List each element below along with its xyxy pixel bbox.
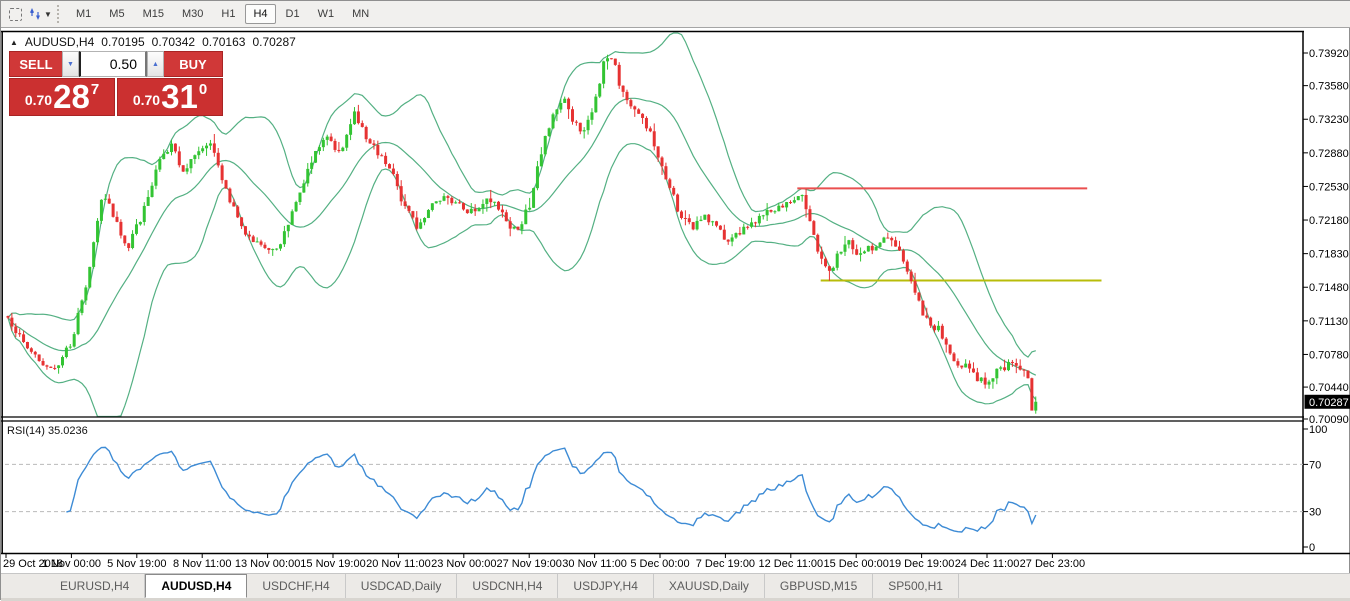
svg-text:20 Nov 11:00: 20 Nov 11:00 xyxy=(366,558,431,570)
svg-text:5 Nov 19:00: 5 Nov 19:00 xyxy=(107,558,166,570)
svg-text:0.73580: 0.73580 xyxy=(1309,81,1349,93)
dropdown-caret-icon: ▼ xyxy=(44,10,52,19)
svg-text:30 Nov 11:00: 30 Nov 11:00 xyxy=(562,558,627,570)
tab-usdcad-daily[interactable]: USDCAD,Daily xyxy=(346,574,458,598)
svg-text:5 Dec 00:00: 5 Dec 00:00 xyxy=(630,558,689,570)
volume-up-button[interactable]: ▲ xyxy=(147,51,164,77)
rsi-indicator-label: RSI(14) 35.0236 xyxy=(7,425,88,437)
tab-usdcnh-h4[interactable]: USDCNH,H4 xyxy=(457,574,558,598)
svg-text:1 Nov 00:00: 1 Nov 00:00 xyxy=(42,558,101,570)
mt4-chart-window: { "toolbar": { "timeframes": ["M1","M5",… xyxy=(0,0,1350,600)
horizontal-lines[interactable] xyxy=(797,188,1101,280)
toolbar: ▼ M1M5M15M30H1H4D1W1MN xyxy=(1,1,1350,28)
rsi-scale[interactable]: 100 70 30 0 xyxy=(1303,424,1327,554)
chart-header: ▲ AUDUSD,H4 0.70195 0.70342 0.70163 0.70… xyxy=(10,35,296,49)
svg-text:0.73230: 0.73230 xyxy=(1309,114,1349,126)
ohlc-open: 0.70195 xyxy=(101,35,144,49)
rsi-name: RSI(14) xyxy=(7,425,45,437)
svg-text:0.70780: 0.70780 xyxy=(1309,349,1349,361)
svg-text:0.71830: 0.71830 xyxy=(1309,249,1349,261)
svg-text:0.73920: 0.73920 xyxy=(1309,48,1349,60)
svg-text:0.70440: 0.70440 xyxy=(1309,382,1349,394)
tab-audusd-h4[interactable]: AUDUSD,H4 xyxy=(145,574,247,598)
buy-price-prefix: 0.70 xyxy=(133,92,160,108)
tf-button-M1[interactable]: M1 xyxy=(68,4,99,24)
sell-price-display[interactable]: 0.70 28 7 xyxy=(9,78,115,116)
tab-gbpusd-m15[interactable]: GBPUSD,M15 xyxy=(765,574,873,598)
buy-button[interactable]: BUY xyxy=(164,51,223,77)
tf-button-M15[interactable]: M15 xyxy=(135,4,172,24)
svg-text:15 Nov 19:00: 15 Nov 19:00 xyxy=(300,558,365,570)
sell-button[interactable]: SELL xyxy=(9,51,62,77)
buy-price-display[interactable]: 0.70 31 0 xyxy=(117,78,223,116)
tab-usdjpy-h4[interactable]: USDJPY,H4 xyxy=(558,574,653,598)
svg-text:24 Dec 11:00: 24 Dec 11:00 xyxy=(955,558,1020,570)
arrange-arrows-icon[interactable]: ▼ xyxy=(29,3,53,25)
svg-text:0.72180: 0.72180 xyxy=(1309,215,1349,227)
sell-price-prefix: 0.70 xyxy=(25,92,52,108)
rsi-pane[interactable] xyxy=(5,447,1303,532)
tab-xauusd-daily[interactable]: XAUUSD,Daily xyxy=(654,574,765,598)
tab-sp500-h1[interactable]: SP500,H1 xyxy=(873,574,959,598)
buy-price-pips: 31 xyxy=(161,81,198,112)
svg-text:0.70287: 0.70287 xyxy=(1309,397,1349,409)
tf-button-D1[interactable]: D1 xyxy=(278,4,308,24)
tf-button-MN[interactable]: MN xyxy=(344,4,377,24)
tf-button-W1[interactable]: W1 xyxy=(310,4,343,24)
up-down-arrows-glyph xyxy=(30,7,42,21)
svg-text:13 Nov 00:00: 13 Nov 00:00 xyxy=(235,558,300,570)
svg-text:0: 0 xyxy=(1309,542,1315,554)
dashed-box-glyph xyxy=(9,8,22,21)
symbol-label: AUDUSD,H4 xyxy=(25,35,94,49)
collapse-triangle-icon[interactable]: ▲ xyxy=(10,38,18,47)
rsi-value: 35.0236 xyxy=(48,425,88,437)
svg-text:23 Nov 00:00: 23 Nov 00:00 xyxy=(431,558,496,570)
svg-text:0.71130: 0.71130 xyxy=(1309,316,1348,328)
ohlc-low: 0.70163 xyxy=(202,35,245,49)
svg-text:0.72530: 0.72530 xyxy=(1309,181,1349,193)
toolbar-grip xyxy=(57,5,61,23)
tf-button-M30[interactable]: M30 xyxy=(174,4,211,24)
tab-eurusd-h4[interactable]: EURUSD,H4 xyxy=(45,574,145,598)
one-click-trade-panel: SELL ▼ ▲ BUY 0.70 28 7 0.70 31 0 xyxy=(9,51,223,116)
svg-text:0.72880: 0.72880 xyxy=(1309,148,1349,160)
volume-input[interactable] xyxy=(79,51,147,77)
svg-text:100: 100 xyxy=(1309,424,1327,436)
svg-text:70: 70 xyxy=(1309,459,1321,471)
svg-text:7 Dec 19:00: 7 Dec 19:00 xyxy=(696,558,755,570)
svg-text:27 Nov 19:00: 27 Nov 19:00 xyxy=(496,558,561,570)
svg-text:8 Nov 11:00: 8 Nov 11:00 xyxy=(173,558,232,570)
selection-tool-icon[interactable] xyxy=(3,3,27,25)
tf-button-H1[interactable]: H1 xyxy=(213,4,243,24)
chart-tab-bar: EURUSD,H4AUDUSD,H4USDCHF,H4USDCAD,DailyU… xyxy=(1,573,1350,598)
ohlc-high: 0.70342 xyxy=(152,35,195,49)
svg-text:30: 30 xyxy=(1309,507,1321,519)
date-scale[interactable]: 29 Oct 20181 Nov 00:005 Nov 19:008 Nov 1… xyxy=(3,554,1085,570)
svg-text:27 Dec 23:00: 27 Dec 23:00 xyxy=(1020,558,1085,570)
svg-text:12 Dec 11:00: 12 Dec 11:00 xyxy=(758,558,823,570)
buy-price-point: 0 xyxy=(199,81,207,98)
timeframe-group: M1M5M15M30H1H4D1W1MN xyxy=(67,4,378,24)
volume-down-button[interactable]: ▼ xyxy=(62,51,79,77)
svg-text:15 Dec 00:00: 15 Dec 00:00 xyxy=(823,558,888,570)
tab-usdchf-h4[interactable]: USDCHF,H4 xyxy=(247,574,345,598)
svg-text:19 Dec 19:00: 19 Dec 19:00 xyxy=(889,558,954,570)
svg-text:0.71480: 0.71480 xyxy=(1309,282,1349,294)
ohlc-close: 0.70287 xyxy=(252,35,295,49)
sell-price-point: 7 xyxy=(91,81,99,98)
tf-button-H4[interactable]: H4 xyxy=(245,4,275,24)
sell-price-pips: 28 xyxy=(53,81,90,112)
tf-button-M5[interactable]: M5 xyxy=(101,4,132,24)
price-scale[interactable]: 0.73920 0.73580 0.73230 0.72880 0.72530 0.721… xyxy=(1303,48,1350,426)
